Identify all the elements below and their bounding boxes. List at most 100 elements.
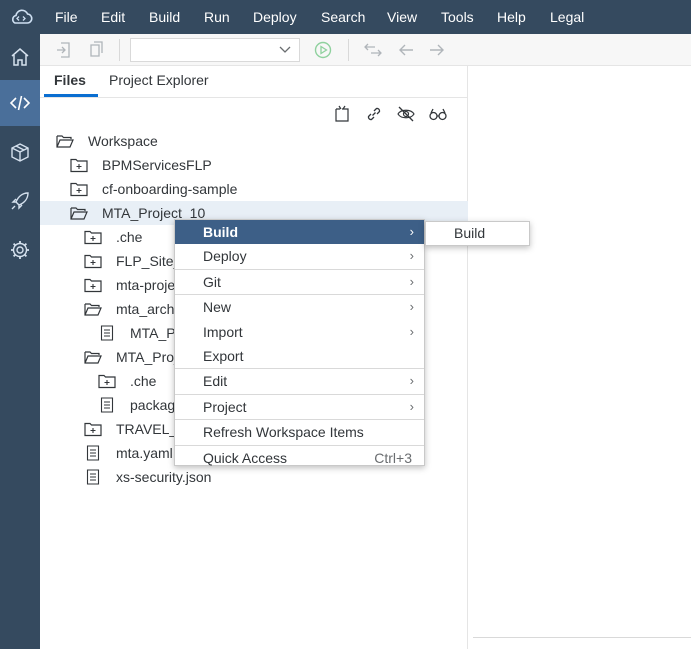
menu-run[interactable]: Run (204, 0, 230, 34)
file-icon (100, 397, 114, 413)
folder-open-icon (70, 207, 88, 220)
menu-tools[interactable]: Tools (441, 0, 474, 34)
menu-item-quick-access[interactable]: Quick Access Ctrl+3 (175, 446, 424, 470)
forward-icon (430, 44, 444, 56)
tree-item-label: TRAVEL_ (116, 421, 178, 437)
activity-packages[interactable] (0, 130, 40, 176)
project-folder-icon (70, 158, 88, 173)
folder-open-icon (84, 351, 102, 364)
tab-files[interactable]: Files (54, 66, 86, 96)
menu-item-refresh-workspace-items[interactable]: Refresh Workspace Items (175, 420, 424, 444)
new-file-icon (335, 105, 349, 122)
menu-item-import[interactable]: Import › (175, 320, 424, 344)
menu-item-label: Deploy (203, 248, 247, 265)
link-icon (367, 107, 381, 121)
tree-item-label: MTA_Proj (116, 349, 178, 365)
project-folder-icon (70, 182, 88, 197)
new-file-button[interactable] (332, 104, 352, 124)
menu-help[interactable]: Help (497, 0, 526, 34)
tree-item-label: .che (130, 373, 157, 389)
toolbar-separator (348, 39, 349, 61)
chevron-down-icon (279, 46, 291, 53)
menu-item-edit[interactable]: Edit › (175, 369, 424, 393)
run-button[interactable] (313, 40, 333, 60)
activity-home[interactable] (0, 34, 40, 80)
tree-item-label: cf-onboarding-sample (102, 181, 238, 197)
context-menu: Build › Deploy › Git › New › Import › Export Edit › P… (174, 219, 425, 466)
file-icon (86, 469, 100, 485)
project-folder-icon (84, 230, 102, 245)
menu-item-label: New (203, 299, 232, 316)
file-icon (100, 325, 114, 341)
menu-item-deploy[interactable]: Deploy › (175, 244, 424, 268)
tab-project-explorer[interactable]: Project Explorer (109, 66, 209, 96)
menu-edit[interactable]: Edit (101, 0, 125, 34)
menu-item-label: Build (203, 224, 238, 240)
activity-settings[interactable] (0, 227, 40, 273)
toolbar-separator (119, 39, 120, 61)
chevron-right-icon: › (409, 373, 414, 389)
chevron-right-icon: › (409, 299, 414, 315)
menu-search[interactable]: Search (321, 0, 365, 34)
tree-item[interactable]: cf-onboarding-sample (40, 177, 468, 201)
tabs-divider (40, 97, 468, 98)
project-folder-icon (84, 254, 102, 269)
tree-item[interactable]: BPMServicesFLP (40, 153, 468, 177)
menu-item-label: Project (203, 398, 247, 415)
activity-code[interactable] (0, 80, 40, 126)
back-button[interactable] (396, 40, 416, 60)
menu-view[interactable]: View (387, 0, 417, 34)
chevron-right-icon: › (409, 323, 414, 339)
chevron-right-icon: › (409, 398, 414, 414)
menu-item-label: Export (203, 348, 244, 364)
run-configuration-dropdown[interactable] (130, 38, 300, 62)
tree-item-label: MTA_P (130, 325, 176, 341)
tree-item-label: FLP_Site_ (116, 253, 182, 269)
search-files-button[interactable] (428, 104, 448, 124)
activity-bar (0, 34, 40, 649)
hide-icon (397, 106, 415, 122)
export-button[interactable] (85, 40, 105, 60)
menu-item-new[interactable]: New › (175, 295, 424, 319)
menu-deploy[interactable]: Deploy (253, 0, 297, 34)
editor-bottom-divider (473, 637, 691, 638)
compare-button[interactable] (363, 40, 383, 60)
tree-item-label: mta-proje (116, 277, 176, 293)
tree-item-label: Workspace (88, 133, 158, 149)
project-folder-icon (98, 374, 116, 389)
chevron-right-icon: › (409, 248, 414, 264)
menu-item-label: Quick Access (203, 449, 288, 466)
menu-item-export[interactable]: Export (175, 344, 424, 368)
gear-icon (11, 241, 29, 259)
build-submenu: Build (425, 221, 530, 246)
menu-file[interactable]: File (55, 0, 78, 34)
cloud-code-icon[interactable] (8, 6, 34, 28)
run-icon (314, 41, 332, 59)
menu-item-label: Git (203, 273, 221, 290)
menu-item-project[interactable]: Project › (175, 395, 424, 419)
activity-deploy[interactable] (0, 178, 40, 224)
menu-item-git[interactable]: Git › (175, 270, 424, 294)
toolbar (40, 34, 691, 66)
tree-item-label: mta_arch (116, 301, 175, 317)
tree-item[interactable]: Workspace (40, 129, 468, 153)
import-button[interactable] (54, 40, 74, 60)
hide-button[interactable] (396, 104, 416, 124)
editor-area (469, 66, 691, 649)
packages-icon (11, 143, 29, 162)
file-icon (86, 445, 100, 461)
forward-button[interactable] (427, 40, 447, 60)
search-icon (429, 108, 447, 121)
link-button[interactable] (364, 104, 384, 124)
tree-item-label: packag (130, 397, 176, 413)
tree-item-label: .che (116, 229, 143, 245)
project-folder-icon (84, 278, 102, 293)
menu-build[interactable]: Build (149, 0, 180, 34)
menu-item-build[interactable]: Build › (175, 220, 424, 244)
menu-item-label: Refresh Workspace Items (203, 424, 364, 441)
menu-legal[interactable]: Legal (550, 0, 584, 34)
submenu-item-build[interactable]: Build (454, 222, 485, 245)
chevron-right-icon: › (409, 273, 414, 289)
code-icon (9, 95, 31, 111)
tree-item-label: mta.yaml (116, 445, 173, 461)
